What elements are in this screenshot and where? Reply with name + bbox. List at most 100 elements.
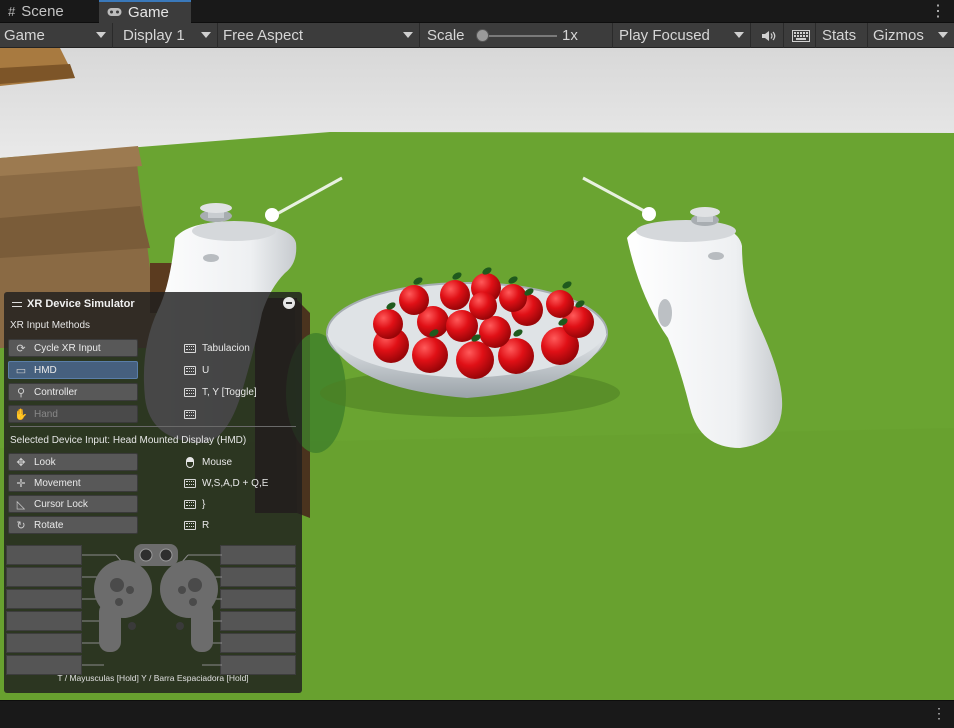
selected-device-value: Head Mounted Display (HMD) [112,435,247,446]
right-binding-slot[interactable] [220,545,296,565]
stats-label: Stats [822,27,857,44]
grid-icon: # [8,4,16,19]
look-key: Mouse [184,453,232,471]
chevron-down-icon [201,32,211,38]
hmd-key: U [184,361,209,379]
status-bar: ⋮ [0,700,954,728]
controller-key-text: T, Y [Toggle] [202,386,257,398]
tab-options-menu-icon[interactable]: ⋮ [930,0,946,22]
tab-scene-label: Scene [21,3,64,20]
scale-slider-handle[interactable] [476,29,489,42]
xr-device-simulator-panel: XR Device Simulator XR Input Methods ⟳ C… [4,292,302,693]
controller-icon: ⚲ [16,386,26,399]
selected-device-row: Selected Device Input: Head Mounted Disp… [10,435,246,446]
view-mode-label: Game [4,27,45,44]
stats-toggle[interactable]: Stats [818,23,868,48]
hand-button[interactable]: ✋ Hand [8,405,138,423]
status-options-menu-icon[interactable]: ⋮ [932,705,946,722]
chevron-down-icon [96,32,106,38]
keyboard-icon [184,343,196,353]
tab-game[interactable]: Game [99,0,191,23]
xr-panel-title[interactable]: XR Device Simulator [12,298,135,310]
play-mode-label: Play Focused [619,27,710,44]
left-binding-slot[interactable] [6,567,82,587]
hmd-label: HMD [34,364,57,376]
shortcut-overlay-button[interactable] [786,23,816,48]
right-binding-slot[interactable] [220,567,296,587]
look-button[interactable]: ✥ Look [8,453,138,471]
xr-panel-footer: T / Mayusculas [Hold] Y / Barra Espaciad… [57,673,249,683]
cycle-xr-input-key: Tabulacion [184,339,250,357]
speaker-icon [761,30,775,41]
movement-key: W,S,A,D + Q,E [184,474,268,492]
mouse-icon [186,456,194,468]
look-icon: ✥ [16,456,26,469]
keyboard-icon [184,365,196,375]
play-mode-dropdown[interactable]: Play Focused [615,23,751,48]
tab-game-label: Game [128,4,169,21]
scale-slider-track[interactable] [483,35,557,37]
hmd-icon: ▭ [15,364,27,377]
selected-device-label: Selected Device Input: [10,435,111,446]
gizmos-label: Gizmos [873,27,924,44]
display-label: Display 1 [123,27,185,44]
rotate-key-text: R [202,519,210,531]
left-binding-slot[interactable] [6,611,82,631]
keyboard-icon [184,409,196,419]
cursor-lock-label: Cursor Lock [34,498,88,510]
look-label: Look [34,456,56,468]
right-binding-slot[interactable] [220,633,296,653]
hand-label: Hand [34,408,58,420]
left-binding-slot[interactable] [6,655,82,675]
scale-control: Scale 1x [423,23,613,48]
input-methods-heading: XR Input Methods [10,320,91,331]
cycle-xr-input-button[interactable]: ⟳ Cycle XR Input [8,339,138,357]
controller-diagram [82,544,222,666]
editor-tab-bar: # Scene Game ⋮ [0,0,954,23]
left-binding-slot[interactable] [6,589,82,609]
chevron-down-icon [403,32,413,38]
right-binding-slot[interactable] [220,655,296,675]
rotate-key: R [184,516,209,534]
keyboard-icon [791,29,810,42]
tab-scene[interactable]: # Scene [0,0,96,23]
rotate-button[interactable]: ↻ Rotate [8,516,138,534]
movement-button[interactable]: ✛ Movement [8,474,138,492]
left-controller-diagram-icon [94,560,152,652]
chevron-down-icon [938,32,948,38]
cursor-lock-key-text: } [202,498,206,510]
xr-panel-title-text: XR Device Simulator [27,298,135,310]
keyboard-icon [184,520,196,530]
right-binding-slot[interactable] [220,611,296,631]
view-mode-dropdown[interactable]: Game [0,23,113,48]
divider [10,426,296,427]
mute-audio-button[interactable] [754,23,784,48]
left-binding-slot[interactable] [6,633,82,653]
hmd-button[interactable]: ▭ HMD [8,361,138,379]
gizmos-dropdown[interactable]: Gizmos [869,23,954,48]
cursor-icon: ◺ [16,498,26,511]
look-key-text: Mouse [202,456,233,468]
move-icon: ✛ [16,477,26,490]
hand-key [184,405,202,423]
keyboard-icon [184,499,196,509]
right-binding-slot[interactable] [220,589,296,609]
left-binding-slot[interactable] [6,545,82,565]
rotate-label: Rotate [34,519,64,531]
gamepad-icon [107,5,122,20]
movement-key-text: W,S,A,D + Q,E [202,477,269,489]
collapse-icon[interactable] [283,297,295,309]
cycle-xr-input-key-text: Tabulacion [202,342,250,354]
cursor-lock-button[interactable]: ◺ Cursor Lock [8,495,138,513]
keyboard-icon [184,387,196,397]
drag-handle-icon[interactable] [12,301,22,307]
controller-button[interactable]: ⚲ Controller [8,383,138,401]
hand-icon: ✋ [14,408,28,421]
game-view-toolbar: Game Display 1 Free Aspect Scale 1x Play… [0,23,954,48]
cycle-xr-input-label: Cycle XR Input [34,342,101,354]
display-dropdown[interactable]: Display 1 [119,23,218,48]
aspect-dropdown[interactable]: Free Aspect [219,23,420,48]
scale-label: Scale [427,27,465,44]
chevron-down-icon [734,32,744,38]
aspect-label: Free Aspect [223,27,304,44]
